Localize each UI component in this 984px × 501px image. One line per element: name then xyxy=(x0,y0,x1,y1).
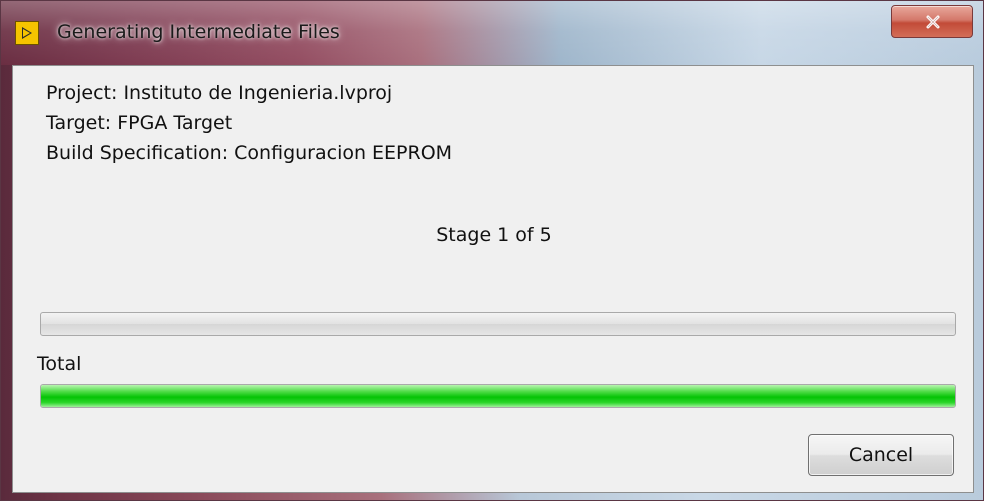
dialog-content: Project: Instituto de Ingenieria.lvproj … xyxy=(12,65,974,493)
cancel-button[interactable]: Cancel xyxy=(808,434,954,476)
total-progress-fill xyxy=(41,385,955,407)
total-progress-bar xyxy=(40,384,956,408)
project-label: Project: Instituto de Ingenieria.lvproj xyxy=(46,82,393,104)
close-button[interactable] xyxy=(891,5,973,38)
close-icon xyxy=(926,15,940,29)
stage-progress-bar xyxy=(40,312,956,336)
dialog-window: Generating Intermediate Files Project: I… xyxy=(0,0,984,501)
target-label: Target: FPGA Target xyxy=(46,112,233,134)
title-bar[interactable]: Generating Intermediate Files xyxy=(1,1,983,65)
labview-run-icon xyxy=(15,21,39,45)
build-spec-label: Build Specification: Configuracion EEPRO… xyxy=(46,142,453,164)
total-label: Total xyxy=(37,353,82,375)
window-title: Generating Intermediate Files xyxy=(57,21,340,43)
stage-status: Stage 1 of 5 xyxy=(436,224,552,246)
